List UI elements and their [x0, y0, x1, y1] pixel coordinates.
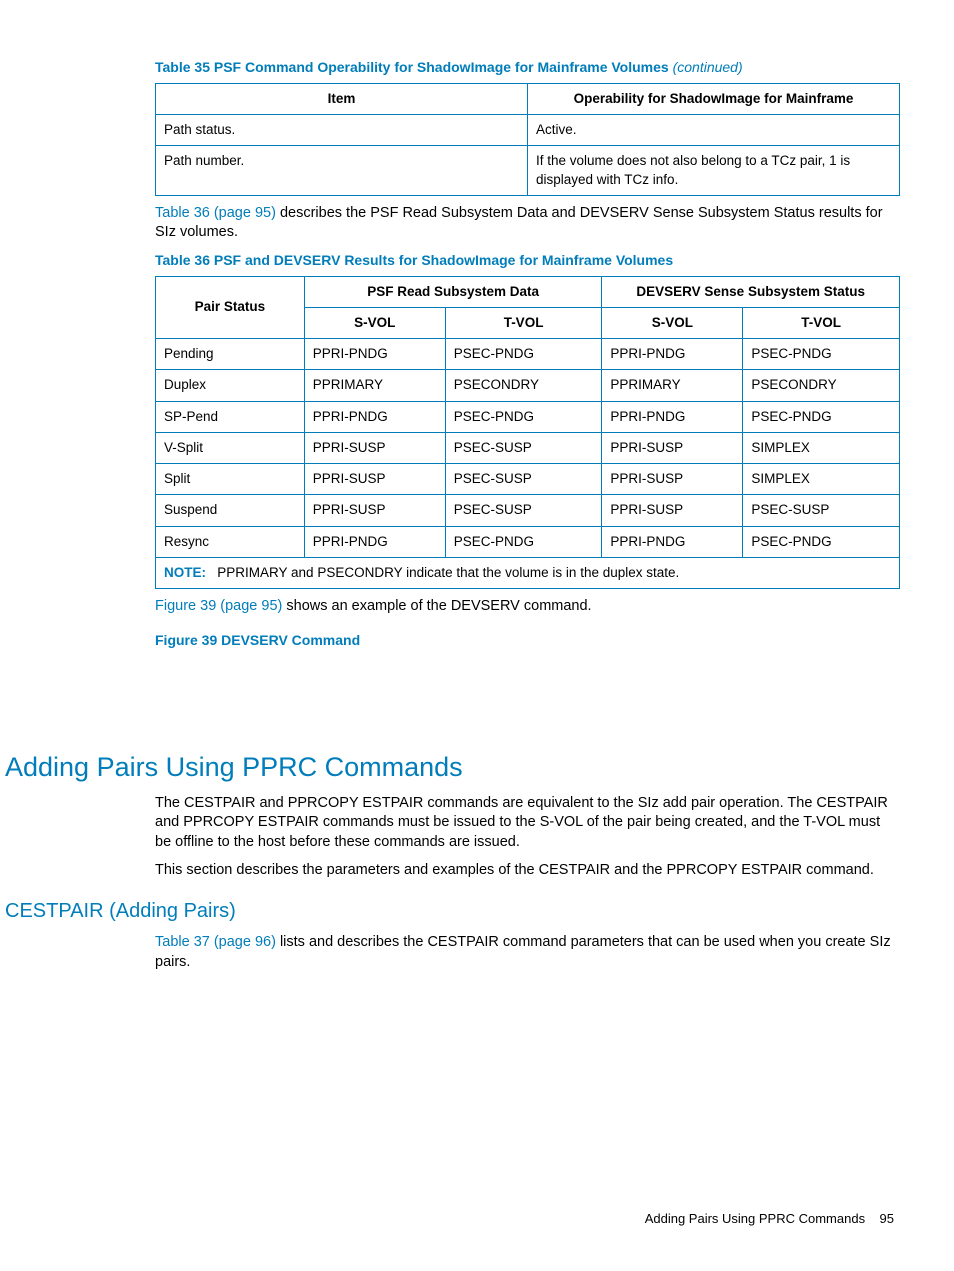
cell: PSEC-PNDG [743, 526, 900, 557]
text: shows an example of the DEVSERV command. [282, 598, 591, 614]
cell: Resync [156, 526, 305, 557]
table-row: SplitPPRI-SUSPPSEC-SUSPPPRI-SUSPSIMPLEX [156, 464, 900, 495]
link-figure39[interactable]: Figure 39 (page 95) [155, 598, 282, 614]
table35: Item Operability for ShadowImage for Mai… [155, 83, 900, 196]
th-psf: PSF Read Subsystem Data [304, 276, 602, 307]
paragraph: Table 36 (page 95) describes the PSF Rea… [155, 204, 894, 243]
cell: Path status. [156, 115, 528, 146]
paragraph: Figure 39 (page 95) shows an example of … [155, 597, 894, 617]
cell: Duplex [156, 370, 305, 401]
cell: Suspend [156, 495, 305, 526]
cell: PPRI-PNDG [602, 526, 743, 557]
table-row: SuspendPPRI-SUSPPSEC-SUSPPPRI-SUSPPSEC-S… [156, 495, 900, 526]
link-table36[interactable]: Table 36 (page 95) [155, 205, 276, 221]
cell: PSEC-PNDG [445, 526, 602, 557]
cell: PPRI-SUSP [304, 432, 445, 463]
cell: PPRI-SUSP [304, 495, 445, 526]
table35-h1: Item [156, 83, 528, 114]
paragraph: This section describes the parameters an… [155, 861, 894, 881]
paragraph: The CESTPAIR and PPRCOPY ESTPAIR command… [155, 794, 894, 853]
cell: SIMPLEX [743, 432, 900, 463]
table-row: PendingPPRI-PNDGPSEC-PNDGPPRI-PNDGPSEC-P… [156, 339, 900, 370]
cell: PSEC-SUSP [445, 495, 602, 526]
table-row: SP-PendPPRI-PNDGPSEC-PNDGPPRI-PNDGPSEC-P… [156, 401, 900, 432]
footer-page-number: 95 [880, 1211, 894, 1226]
cell: Pending [156, 339, 305, 370]
table35-h2: Operability for ShadowImage for Mainfram… [528, 83, 900, 114]
note-cell: NOTE: PPRIMARY and PSECONDRY indicate th… [156, 557, 900, 588]
cell: PSEC-PNDG [445, 401, 602, 432]
footer-text: Adding Pairs Using PPRC Commands [645, 1211, 865, 1226]
table-row: Path number. If the volume does not also… [156, 146, 900, 195]
table35-title: Table 35 PSF Command Operability for Sha… [155, 58, 894, 77]
table-row: ResyncPPRI-PNDGPSEC-PNDGPPRI-PNDGPSEC-PN… [156, 526, 900, 557]
table-header-row: Item Operability for ShadowImage for Mai… [156, 83, 900, 114]
cell: PSEC-PNDG [743, 401, 900, 432]
figure39-title: Figure 39 DEVSERV Command [155, 631, 894, 650]
table-note-row: NOTE: PPRIMARY and PSECONDRY indicate th… [156, 557, 900, 588]
cell: PSECONDRY [445, 370, 602, 401]
table35-title-text: Table 35 PSF Command Operability for Sha… [155, 59, 673, 75]
table-row: Path status. Active. [156, 115, 900, 146]
table36: Pair Status PSF Read Subsystem Data DEVS… [155, 276, 900, 589]
table-row: DuplexPPRIMARYPSECONDRYPPRIMARYPSECONDRY [156, 370, 900, 401]
cell: PSEC-SUSP [445, 464, 602, 495]
cell: PPRIMARY [304, 370, 445, 401]
table-row: V-SplitPPRI-SUSPPSEC-SUSPPPRI-SUSPSIMPLE… [156, 432, 900, 463]
table-header-row: Pair Status PSF Read Subsystem Data DEVS… [156, 276, 900, 307]
link-table37[interactable]: Table 37 (page 96) [155, 934, 276, 950]
cell: If the volume does not also belong to a … [528, 146, 900, 195]
cell: PPRI-PNDG [304, 401, 445, 432]
th-svol: S-VOL [304, 308, 445, 339]
page-footer: Adding Pairs Using PPRC Commands 95 [645, 1210, 894, 1228]
note-text: PPRIMARY and PSECONDRY indicate that the… [217, 565, 679, 580]
paragraph: Table 37 (page 96) lists and describes t… [155, 933, 894, 972]
cell: PPRI-SUSP [602, 495, 743, 526]
cell: PPRI-PNDG [602, 339, 743, 370]
cell: PPRI-PNDG [304, 526, 445, 557]
cell: PSEC-PNDG [743, 339, 900, 370]
cell: PPRI-SUSP [304, 464, 445, 495]
cell: PPRIMARY [602, 370, 743, 401]
cell: PPRI-SUSP [602, 464, 743, 495]
cell: PPRI-PNDG [304, 339, 445, 370]
cell: Path number. [156, 146, 528, 195]
th-tvol: T-VOL [743, 308, 900, 339]
heading-adding-pairs: Adding Pairs Using PPRC Commands [5, 749, 894, 785]
table36-title: Table 36 PSF and DEVSERV Results for Sha… [155, 251, 894, 270]
cell: PSECONDRY [743, 370, 900, 401]
heading-cestpair: CESTPAIR (Adding Pairs) [5, 898, 894, 925]
th-svol: S-VOL [602, 308, 743, 339]
cell: Active. [528, 115, 900, 146]
th-pair-status: Pair Status [156, 276, 305, 338]
cell: SIMPLEX [743, 464, 900, 495]
cell: PSEC-SUSP [743, 495, 900, 526]
cell: PPRI-PNDG [602, 401, 743, 432]
cell: SP-Pend [156, 401, 305, 432]
note-label: NOTE: [164, 565, 206, 580]
cell: V-Split [156, 432, 305, 463]
cell: PPRI-SUSP [602, 432, 743, 463]
cell: PSEC-SUSP [445, 432, 602, 463]
th-devserv: DEVSERV Sense Subsystem Status [602, 276, 900, 307]
th-tvol: T-VOL [445, 308, 602, 339]
table35-continued: (continued) [673, 59, 743, 75]
cell: PSEC-PNDG [445, 339, 602, 370]
cell: Split [156, 464, 305, 495]
